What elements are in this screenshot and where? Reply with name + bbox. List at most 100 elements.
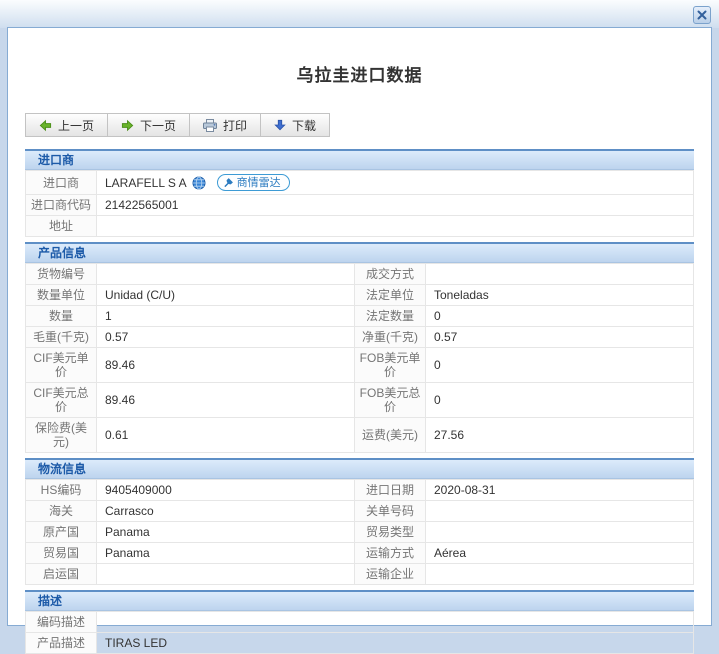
- page-title: 乌拉圭进口数据: [17, 61, 702, 86]
- field-value: 0: [426, 348, 694, 383]
- table-row: 海关 Carrasco 关单号码: [26, 501, 694, 522]
- table-row: 数量单位 Unidad (C/U) 法定单位 Toneladas: [26, 285, 694, 306]
- section-product: 产品信息 货物编号 成交方式 数量单位 Unidad (C/U) 法定单位 To…: [25, 242, 694, 453]
- table-row: HS编码 9405409000 进口日期 2020-08-31: [26, 480, 694, 501]
- field-value: [426, 564, 694, 585]
- field-label: 地址: [26, 216, 97, 237]
- field-label: 毛重(千克): [26, 327, 97, 348]
- table-row: 贸易国 Panama 运输方式 Aérea: [26, 543, 694, 564]
- field-value: [426, 522, 694, 543]
- prev-page-label: 上一页: [58, 117, 94, 134]
- prev-page-button[interactable]: 上一页: [25, 113, 108, 137]
- product-table: 货物编号 成交方式 数量单位 Unidad (C/U) 法定单位 Tonelad…: [25, 263, 694, 453]
- table-row: 保险费(美元) 0.61 运费(美元) 27.56: [26, 418, 694, 453]
- section-product-title: 产品信息: [25, 242, 694, 263]
- dialog-content: 乌拉圭进口数据 上一页 下一页 打印: [7, 27, 712, 626]
- field-value: Panama: [97, 543, 355, 564]
- toolbar: 上一页 下一页 打印 下载: [25, 113, 702, 137]
- field-label: 海关: [26, 501, 97, 522]
- field-label: 法定数量: [355, 306, 426, 327]
- green-right-arrow-icon: [121, 119, 134, 132]
- field-label: 货物编号: [26, 264, 97, 285]
- download-button[interactable]: 下载: [260, 113, 330, 137]
- field-value: 9405409000: [97, 480, 355, 501]
- table-row: 产品描述 TIRAS LED: [26, 633, 694, 654]
- table-row: 数量 1 法定数量 0: [26, 306, 694, 327]
- field-label: 运输方式: [355, 543, 426, 564]
- field-value: 2020-08-31: [426, 480, 694, 501]
- field-value: 0.57: [97, 327, 355, 348]
- field-value: TIRAS LED: [97, 633, 694, 654]
- field-value: [97, 264, 355, 285]
- badge-label: 商情雷达: [237, 176, 281, 190]
- table-row: CIF美元单价 89.46 FOB美元单价 0: [26, 348, 694, 383]
- field-label: 进口日期: [355, 480, 426, 501]
- table-row: 地址: [26, 216, 694, 237]
- table-row: 毛重(千克) 0.57 净重(千克) 0.57: [26, 327, 694, 348]
- field-value: 89.46: [97, 348, 355, 383]
- blue-down-arrow-icon: [274, 119, 286, 131]
- field-label: 关单号码: [355, 501, 426, 522]
- field-label: 贸易国: [26, 543, 97, 564]
- field-value: Aérea: [426, 543, 694, 564]
- print-label: 打印: [223, 117, 247, 134]
- field-value: 0: [426, 306, 694, 327]
- field-value: Carrasco: [97, 501, 355, 522]
- field-label: 编码描述: [26, 612, 97, 633]
- field-value: 0: [426, 383, 694, 418]
- field-label: HS编码: [26, 480, 97, 501]
- field-label: FOB美元总价: [355, 383, 426, 418]
- table-row: 进口商代码 21422565001: [26, 195, 694, 216]
- field-label: 启运国: [26, 564, 97, 585]
- field-label: 净重(千克): [355, 327, 426, 348]
- section-description-title: 描述: [25, 590, 694, 611]
- download-label: 下载: [292, 117, 316, 134]
- table-row: 编码描述: [26, 612, 694, 633]
- field-label: 保险费(美元): [26, 418, 97, 453]
- print-button[interactable]: 打印: [189, 113, 261, 137]
- printer-icon: [203, 119, 217, 132]
- table-row: 启运国 运输企业: [26, 564, 694, 585]
- field-value: 0.61: [97, 418, 355, 453]
- section-description: 描述 编码描述 产品描述 TIRAS LED: [25, 590, 694, 654]
- logistics-table: HS编码 9405409000 进口日期 2020-08-31 海关 Carra…: [25, 479, 694, 585]
- close-button[interactable]: [693, 6, 711, 24]
- field-value: 1: [97, 306, 355, 327]
- field-value: Panama: [97, 522, 355, 543]
- field-value: 89.46: [97, 383, 355, 418]
- field-value: Toneladas: [426, 285, 694, 306]
- section-importer: 进口商 进口商 LARAFELL S A: [25, 149, 694, 237]
- globe-icon[interactable]: [192, 176, 206, 190]
- field-value: [426, 264, 694, 285]
- field-value: Unidad (C/U): [97, 285, 355, 306]
- close-icon: [697, 10, 707, 20]
- field-value: 21422565001: [97, 195, 694, 216]
- next-page-button[interactable]: 下一页: [107, 113, 190, 137]
- table-row: 进口商 LARAFELL S A: [26, 171, 694, 195]
- field-label: 法定单位: [355, 285, 426, 306]
- section-importer-title: 进口商: [25, 149, 694, 170]
- field-label: 运输企业: [355, 564, 426, 585]
- table-row: CIF美元总价 89.46 FOB美元总价 0: [26, 383, 694, 418]
- field-value: 0.57: [426, 327, 694, 348]
- field-label: CIF美元单价: [26, 348, 97, 383]
- window-titlebar: [0, 0, 719, 28]
- section-logistics-title: 物流信息: [25, 458, 694, 479]
- field-label: 原产国: [26, 522, 97, 543]
- field-label: 数量单位: [26, 285, 97, 306]
- field-label: FOB美元单价: [355, 348, 426, 383]
- field-value: [97, 216, 694, 237]
- business-radar-badge[interactable]: 商情雷达: [217, 174, 290, 191]
- field-value: [97, 564, 355, 585]
- table-row: 原产国 Panama 贸易类型: [26, 522, 694, 543]
- table-row: 货物编号 成交方式: [26, 264, 694, 285]
- section-logistics: 物流信息 HS编码 9405409000 进口日期 2020-08-31 海关 …: [25, 458, 694, 585]
- field-label: 成交方式: [355, 264, 426, 285]
- description-table: 编码描述 产品描述 TIRAS LED: [25, 611, 694, 654]
- field-label: 贸易类型: [355, 522, 426, 543]
- field-label: 产品描述: [26, 633, 97, 654]
- field-value: LARAFELL S A: [97, 171, 694, 195]
- importer-table: 进口商 LARAFELL S A: [25, 170, 694, 237]
- field-label: CIF美元总价: [26, 383, 97, 418]
- field-value: [426, 501, 694, 522]
